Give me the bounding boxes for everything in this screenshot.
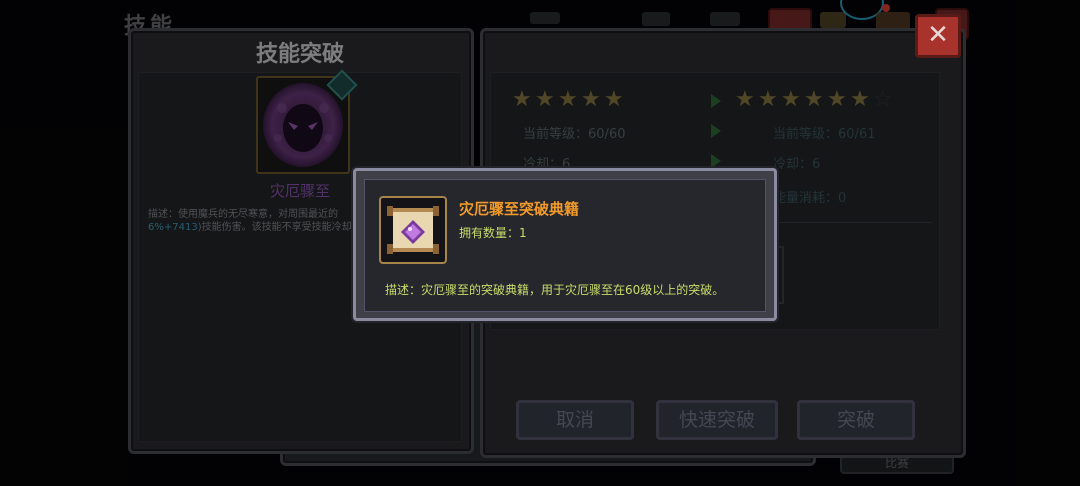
scroll-book-icon bbox=[387, 206, 439, 254]
item-quantity: 拥有数量：1 bbox=[459, 224, 527, 241]
item-tooltip-content: 灾厄骤至突破典籍 拥有数量：1 描述：灾厄骤至的突破典籍，用于灾厄骤至在60级以… bbox=[364, 179, 766, 312]
quantity-label: 拥有数量： bbox=[459, 226, 520, 240]
item-name: 灾厄骤至突破典籍 bbox=[459, 200, 580, 218]
item-tooltip-popup[interactable]: 灾厄骤至突破典籍 拥有数量：1 描述：灾厄骤至的突破典籍，用于灾厄骤至在60级以… bbox=[353, 168, 777, 321]
item-description: 描述：灾厄骤至的突破典籍，用于灾厄骤至在60级以上的突破。 bbox=[385, 283, 725, 297]
item-icon-frame bbox=[379, 196, 447, 264]
quantity-value: 1 bbox=[519, 226, 527, 240]
close-button[interactable]: ✕ bbox=[915, 14, 961, 58]
